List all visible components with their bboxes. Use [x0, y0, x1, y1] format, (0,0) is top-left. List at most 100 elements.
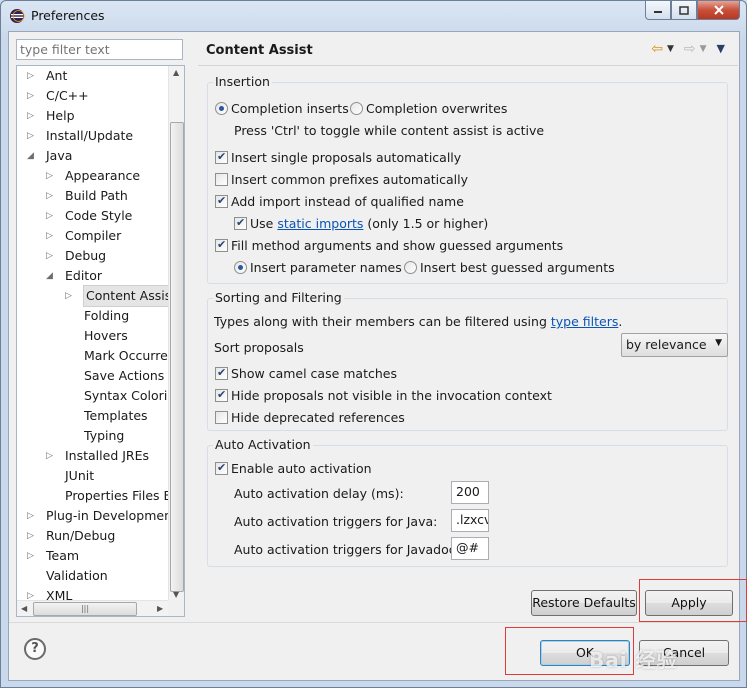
collapsed-arrow-icon[interactable]: ▷	[27, 592, 35, 601]
scroll-thumb[interactable]	[170, 122, 184, 592]
forward-menu-icon[interactable]: ▼	[700, 42, 707, 56]
filter-input[interactable]	[16, 39, 183, 60]
tree-item[interactable]: ▷ Team	[27, 546, 79, 566]
tree-item[interactable]: ▷ Content Assist	[65, 285, 169, 307]
delay-field[interactable]: 200	[451, 481, 489, 504]
completion-inserts-radio[interactable]: Completion inserts	[215, 100, 349, 118]
sorting-group: Sorting and Filtering Types along with t…	[207, 290, 728, 431]
type-filters-link[interactable]: type filters	[551, 314, 619, 329]
checkbox-checked[interactable]	[215, 192, 228, 210]
hide-not-visible-checkbox[interactable]: Hide proposals not visible in the invoca…	[215, 386, 552, 405]
collapsed-arrow-icon[interactable]: ▷	[65, 292, 73, 301]
checkbox-unchecked[interactable]	[215, 411, 228, 424]
preference-tree[interactable]: ▷ Ant ▷ C/C++ ▷ Help ▷ Install/Update ◢ Java ▷ Appe…	[16, 65, 185, 617]
insert-common-checkbox[interactable]: Insert common prefixes automatically	[215, 171, 468, 189]
tree-item[interactable]: ▷ Compiler	[46, 226, 121, 246]
collapsed-arrow-icon[interactable]: ▷	[46, 212, 54, 221]
collapsed-arrow-icon[interactable]: ▷	[27, 92, 35, 101]
close-button[interactable]	[697, 1, 740, 20]
radio-unselected[interactable]	[404, 261, 417, 274]
tree-item[interactable]: ▷ Debug	[46, 246, 106, 266]
insert-single-checkbox[interactable]: Insert single proposals automatically	[215, 148, 461, 167]
radio-selected[interactable]	[234, 261, 247, 274]
hide-deprecated-checkbox[interactable]: Hide deprecated references	[215, 409, 405, 427]
tree-item[interactable]: ▷ Run/Debug	[27, 526, 115, 546]
tree-item[interactable]: ▷ XML	[27, 586, 72, 601]
collapsed-arrow-icon[interactable]: ▷	[46, 232, 54, 241]
collapsed-arrow-icon[interactable]: ▷	[46, 172, 54, 181]
title-bar[interactable]: Preferences	[1, 1, 746, 31]
tree-item-label: Ant	[46, 68, 68, 83]
tree-item[interactable]: ▷ Help	[27, 106, 75, 126]
radio-selected[interactable]	[215, 102, 228, 115]
scroll-thumb[interactable]: |||	[33, 602, 137, 616]
checkbox-label: Enable auto activation	[231, 461, 372, 476]
tree-item[interactable]: Validation	[27, 566, 108, 586]
expanded-arrow-icon[interactable]: ◢	[46, 272, 54, 281]
help-icon[interactable]: ?	[24, 638, 46, 660]
add-import-checkbox[interactable]: Add import instead of qualified name	[215, 192, 464, 211]
tree-item[interactable]: ◢ Editor	[46, 266, 102, 286]
insertion-group: Insertion Completion inserts Completion …	[207, 74, 728, 284]
collapsed-arrow-icon[interactable]: ▷	[27, 532, 35, 541]
collapsed-arrow-icon[interactable]: ▷	[27, 552, 35, 561]
expanded-arrow-icon[interactable]: ◢	[27, 152, 35, 161]
tree-item[interactable]: JUnit	[46, 466, 94, 486]
tree-item[interactable]: ▷ Appearance	[46, 166, 140, 186]
checkbox-checked[interactable]	[215, 386, 228, 404]
collapsed-arrow-icon[interactable]: ▷	[27, 72, 35, 81]
checkbox-checked[interactable]	[215, 236, 228, 254]
back-menu-icon[interactable]: ▼	[667, 42, 674, 56]
show-camel-checkbox[interactable]: Show camel case matches	[215, 364, 397, 383]
forward-arrow-icon[interactable]: ⇨	[684, 42, 696, 56]
java-triggers-field[interactable]: .lzxcvl	[451, 509, 489, 532]
tree-item[interactable]: Templates	[65, 406, 148, 426]
tree-item-label: Code Style	[65, 208, 133, 223]
insert-best-guessed-radio[interactable]: Insert best guessed arguments	[404, 259, 615, 277]
tree-item[interactable]: ▷ Install/Update	[27, 126, 133, 146]
tree-item[interactable]: Syntax Coloring	[65, 386, 169, 406]
tree-vertical-scrollbar[interactable]: ▲ ▼	[168, 66, 184, 601]
view-menu-icon[interactable]: ▼	[717, 42, 725, 56]
collapsed-arrow-icon[interactable]: ▷	[27, 512, 35, 521]
collapsed-arrow-icon[interactable]: ▷	[46, 452, 54, 461]
checkbox-unchecked[interactable]	[215, 173, 228, 186]
maximize-button[interactable]	[671, 1, 697, 20]
completion-overwrites-radio[interactable]: Completion overwrites	[350, 100, 507, 118]
fill-method-checkbox[interactable]: Fill method arguments and show guessed a…	[215, 236, 563, 255]
tree-item[interactable]: Properties Files Ed	[46, 486, 169, 506]
javadoc-triggers-field[interactable]: @#	[451, 537, 489, 560]
sort-proposals-select[interactable]: by relevance ▼	[621, 333, 728, 357]
tree-item[interactable]: ▷ Build Path	[46, 186, 128, 206]
tree-item[interactable]: ▷ Plug-in Development	[27, 506, 169, 526]
radio-unselected[interactable]	[350, 102, 363, 115]
checkbox-checked[interactable]	[234, 214, 247, 232]
tree-item[interactable]: ▷ Installed JREs	[46, 446, 149, 466]
tree-item[interactable]: ▷ Ant	[27, 66, 67, 86]
tree-item[interactable]: ▷ Code Style	[46, 206, 132, 226]
tree-item[interactable]: Mark Occurren	[65, 346, 169, 366]
back-arrow-icon[interactable]: ⇦	[651, 42, 663, 56]
checkbox-checked[interactable]	[215, 364, 228, 382]
restore-defaults-button[interactable]: Restore Defaults	[531, 590, 637, 616]
minimize-button[interactable]	[645, 1, 671, 20]
tree-horizontal-scrollbar[interactable]: ◀ ||| ▶	[17, 600, 169, 616]
tree-item-label: JUnit	[65, 468, 95, 483]
tree-item[interactable]: Typing	[65, 426, 124, 446]
collapsed-arrow-icon[interactable]: ▷	[27, 132, 35, 141]
collapsed-arrow-icon[interactable]: ▷	[46, 252, 54, 261]
tree-item[interactable]: Save Actions	[65, 366, 164, 386]
checkbox-checked[interactable]	[215, 459, 228, 477]
tree-item[interactable]: Hovers	[65, 326, 128, 346]
enable-auto-activation-checkbox[interactable]: Enable auto activation	[215, 459, 372, 478]
use-static-imports-checkbox[interactable]: Use static imports (only 1.5 or higher)	[234, 214, 488, 233]
static-imports-link[interactable]: static imports	[277, 216, 363, 231]
tree-item[interactable]: ▷ C/C++	[27, 86, 89, 106]
collapsed-arrow-icon[interactable]: ▷	[27, 112, 35, 121]
tree-item[interactable]: ◢ Java	[27, 146, 72, 166]
group-title: Sorting and Filtering	[213, 290, 344, 305]
tree-item[interactable]: Folding	[65, 306, 129, 326]
insert-parameter-names-radio[interactable]: Insert parameter names	[234, 259, 402, 277]
collapsed-arrow-icon[interactable]: ▷	[46, 192, 54, 201]
checkbox-checked[interactable]	[215, 148, 228, 166]
